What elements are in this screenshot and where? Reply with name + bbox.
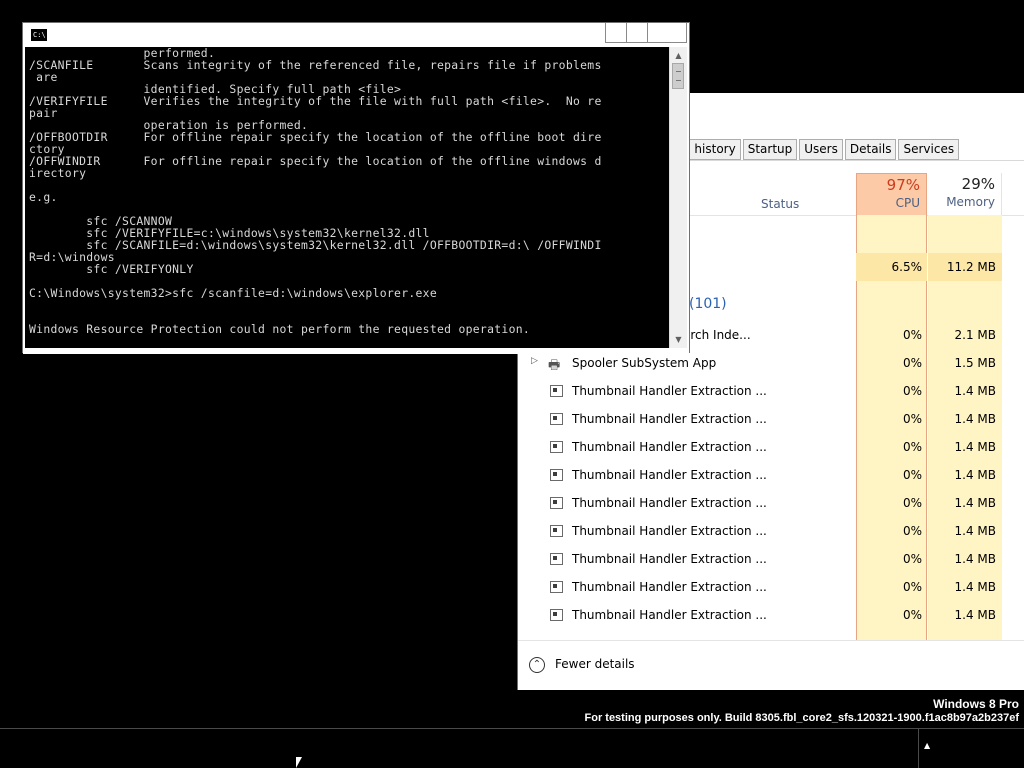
app-window-icon (550, 581, 563, 593)
group-cpu-value: 6.5% (891, 260, 923, 274)
tab-details[interactable]: Details (844, 139, 897, 160)
process-memory: 1.4 MB (954, 412, 996, 426)
app-window-icon (550, 497, 563, 509)
process-row[interactable]: Thumbnail Handler Extraction ... 0% 1.4 … (518, 489, 1024, 517)
scroll-down-arrow-icon[interactable]: ▼ (670, 331, 687, 348)
app-window-icon (550, 553, 563, 565)
process-memory: 1.4 MB (954, 384, 996, 398)
process-cpu: 0% (902, 328, 922, 342)
process-memory: 1.4 MB (954, 496, 996, 510)
tab-startup[interactable]: Startup (742, 139, 798, 160)
app-window-icon (550, 609, 563, 621)
console-text: performed. /SCANFILE Scans integrity of … (29, 47, 602, 336)
app-window-icon (550, 469, 563, 481)
group-memory-value: 11.2 MB (946, 260, 996, 274)
process-cpu: 0% (902, 496, 922, 510)
process-name: Thumbnail Handler Extraction ... (572, 552, 767, 566)
app-window-icon (550, 441, 563, 453)
app-window-icon (550, 385, 563, 397)
build-watermark: Windows 8 Pro For testing purposes only.… (585, 697, 1020, 725)
process-memory: 1.4 MB (954, 524, 996, 538)
process-row[interactable]: Thumbnail Handler Extraction ... 0% 1.4 … (518, 573, 1024, 601)
tab-users[interactable]: Users (799, 139, 843, 160)
process-cpu: 0% (902, 524, 922, 538)
background-processes-header: (101) (689, 296, 727, 312)
console-output[interactable]: performed. /SCANFILE Scans integrity of … (25, 47, 669, 348)
tray-divider (918, 729, 919, 768)
process-row[interactable]: Thumbnail Handler Extraction ... 0% 1.4 … (518, 377, 1024, 405)
memory-total-percent: 29% (961, 175, 995, 193)
fewer-details-link[interactable]: Fewer details (555, 657, 635, 671)
taskbar: ▲ (0, 728, 1024, 768)
process-memory: 1.4 MB (954, 608, 996, 622)
process-name: Thumbnail Handler Extraction ... (572, 468, 767, 482)
tm-footer: ⌃ Fewer details (518, 640, 1024, 690)
process-cpu: 0% (902, 384, 922, 398)
process-name: Thumbnail Handler Extraction ... (572, 496, 767, 510)
chevron-up-icon[interactable]: ▲ (924, 741, 930, 750)
process-memory: 1.4 MB (954, 440, 996, 454)
cmd-bottom-border (23, 348, 689, 354)
process-row[interactable]: Thumbnail Handler Extraction ... 0% 1.4 … (518, 433, 1024, 461)
tab-services[interactable]: Services (898, 139, 960, 160)
process-name: Thumbnail Handler Extraction ... (572, 524, 767, 538)
vertical-scrollbar[interactable]: ▲ ▼ (669, 47, 687, 348)
process-name: Thumbnail Handler Extraction ... (572, 384, 767, 398)
process-cpu: 0% (902, 552, 922, 566)
cmd-app-icon[interactable]: C:\. (31, 29, 50, 41)
close-button[interactable] (647, 23, 687, 43)
windows-edition-label: Windows 8 Pro (933, 697, 1019, 711)
process-row[interactable]: Thumbnail Handler Extraction ... 0% 1.4 … (518, 405, 1024, 433)
process-name: arch Inde... (683, 328, 751, 342)
process-memory: 1.4 MB (954, 552, 996, 566)
app-window-icon (550, 525, 563, 537)
maximize-button[interactable] (626, 23, 648, 43)
build-string-label: For testing purposes only. Build 8305.fb… (584, 712, 1020, 724)
process-cpu: 0% (902, 580, 922, 594)
chevron-up-circle-icon[interactable]: ⌃ (529, 657, 545, 673)
column-header-cpu[interactable]: 97% CPU (856, 173, 927, 215)
process-memory: 1.5 MB (954, 356, 996, 370)
process-cpu: 0% (902, 412, 922, 426)
process-name: Thumbnail Handler Extraction ... (572, 608, 767, 622)
process-cpu: 0% (902, 356, 922, 370)
process-memory: 1.4 MB (954, 468, 996, 482)
memory-column-label: Memory (946, 195, 995, 209)
chevron-right-icon[interactable]: ▷ (531, 356, 538, 366)
process-row[interactable]: Thumbnail Handler Extraction ... 0% 1.4 … (518, 461, 1024, 489)
process-row[interactable]: Thumbnail Handler Extraction ... 0% 1.4 … (518, 601, 1024, 629)
mouse-cursor-icon (296, 757, 302, 768)
cmd-title-bar[interactable]: C:\. (23, 23, 689, 47)
command-prompt-window: C:\. performed. /SCANFILE Scans integrit… (22, 22, 690, 354)
process-name: Thumbnail Handler Extraction ... (572, 412, 767, 426)
tm-tab-strip: p history Startup Users Details Services (678, 139, 961, 160)
process-name: Thumbnail Handler Extraction ... (572, 440, 767, 454)
cpu-column-label: CPU (895, 196, 920, 210)
process-memory: 2.1 MB (954, 328, 996, 342)
column-header-status[interactable]: Status (761, 197, 799, 211)
printer-icon: 🖶 (548, 358, 561, 373)
minimize-button[interactable] (605, 23, 627, 43)
process-cpu: 0% (902, 440, 922, 454)
scroll-up-arrow-icon[interactable]: ▲ (670, 47, 687, 64)
process-memory: 1.4 MB (954, 580, 996, 594)
cpu-total-percent: 97% (886, 176, 920, 194)
process-cpu: 0% (902, 608, 922, 622)
scrollbar-thumb[interactable] (672, 63, 684, 89)
column-header-memory[interactable]: 29% Memory (928, 173, 1002, 215)
process-row[interactable]: Thumbnail Handler Extraction ... 0% 1.4 … (518, 517, 1024, 545)
app-window-icon (550, 413, 563, 425)
process-name: Thumbnail Handler Extraction ... (572, 580, 767, 594)
process-cpu: 0% (902, 468, 922, 482)
process-row[interactable]: Thumbnail Handler Extraction ... 0% 1.4 … (518, 545, 1024, 573)
